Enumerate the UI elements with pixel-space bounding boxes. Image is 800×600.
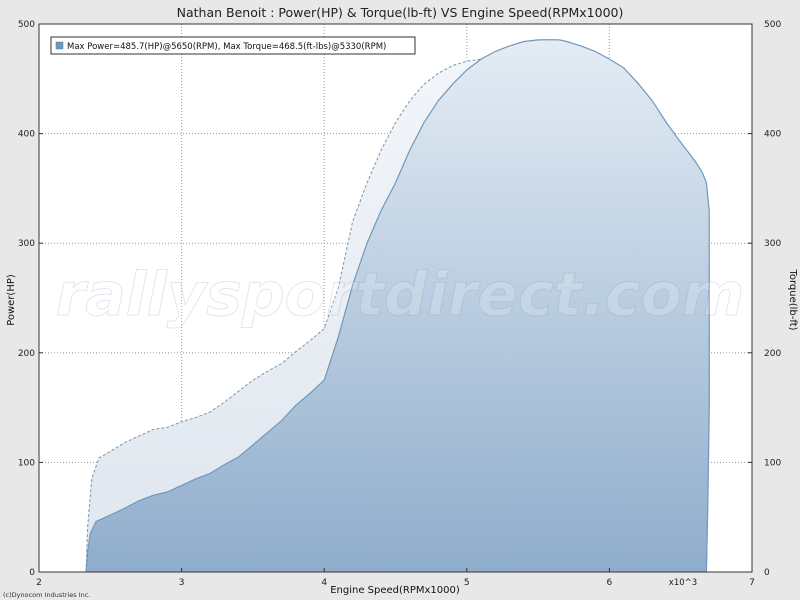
x-axis-title: Engine Speed(RPMx1000) bbox=[330, 585, 460, 596]
y-left-tick-label: 0 bbox=[29, 568, 35, 578]
x-tick-label: 5 bbox=[464, 578, 470, 588]
y-right-tick-label: 0 bbox=[764, 568, 770, 578]
y-left-tick-label: 500 bbox=[18, 20, 35, 30]
y-right-tick-label: 100 bbox=[764, 458, 781, 468]
y-left-tick-label: 200 bbox=[18, 349, 35, 359]
x-tick-label: 4 bbox=[321, 578, 327, 588]
x-tick-label: 6 bbox=[607, 578, 613, 588]
y-right-tick-labels: 0 100 200 300 400 500 bbox=[748, 20, 781, 578]
y-right-tick-label: 200 bbox=[764, 349, 781, 359]
legend-text: Max Power=485.7(HP)@5650(RPM), Max Torqu… bbox=[67, 42, 386, 52]
y-left-axis-title: Power(HP) bbox=[6, 274, 17, 326]
y-left-tick-label: 100 bbox=[18, 458, 35, 468]
y-right-tick-label: 500 bbox=[764, 20, 781, 30]
x-multiplier-label: x10^3 bbox=[669, 578, 697, 588]
x-tick-label: 3 bbox=[179, 578, 185, 588]
x-tick-label: 7 bbox=[749, 578, 755, 588]
watermark: rallysportdirect.com bbox=[56, 260, 745, 330]
x-tick-label: 2 bbox=[36, 578, 42, 588]
copyright-text: (c)Dynocom Industries Inc. bbox=[3, 591, 90, 599]
dyno-chart: Nathan Benoit : Power(HP) & Torque(lb-ft… bbox=[3, 5, 798, 599]
legend: Max Power=485.7(HP)@5650(RPM), Max Torqu… bbox=[50, 36, 416, 55]
y-right-tick-label: 400 bbox=[764, 130, 781, 140]
y-left-tick-label: 400 bbox=[18, 130, 35, 140]
legend-swatch bbox=[55, 41, 64, 50]
y-right-axis-title: Torque(lb-ft) bbox=[787, 268, 798, 330]
chart-title: Nathan Benoit : Power(HP) & Torque(lb-ft… bbox=[177, 5, 624, 20]
y-right-tick-label: 300 bbox=[764, 239, 781, 249]
y-left-tick-label: 300 bbox=[18, 239, 35, 249]
